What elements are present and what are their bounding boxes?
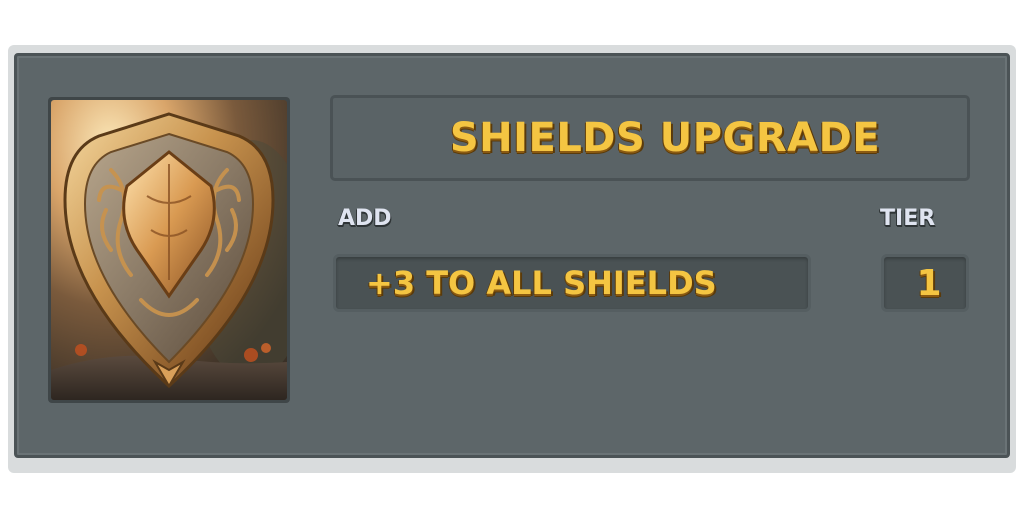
- upgrade-art-frame: [48, 97, 290, 403]
- tier-label: TIER: [880, 206, 936, 231]
- ornate-golden-shield-icon: [51, 100, 287, 400]
- add-value-panel: +3 TO ALL SHIELDS: [333, 254, 811, 312]
- tier-value: 1: [916, 262, 942, 304]
- tier-value-panel: 1: [881, 254, 969, 312]
- add-label: ADD: [338, 206, 392, 231]
- title-banner: SHIELDS UPGRADE: [330, 95, 970, 181]
- add-value: +3 TO ALL SHIELDS: [366, 264, 717, 302]
- upgrade-title: SHIELDS UPGRADE: [449, 115, 881, 161]
